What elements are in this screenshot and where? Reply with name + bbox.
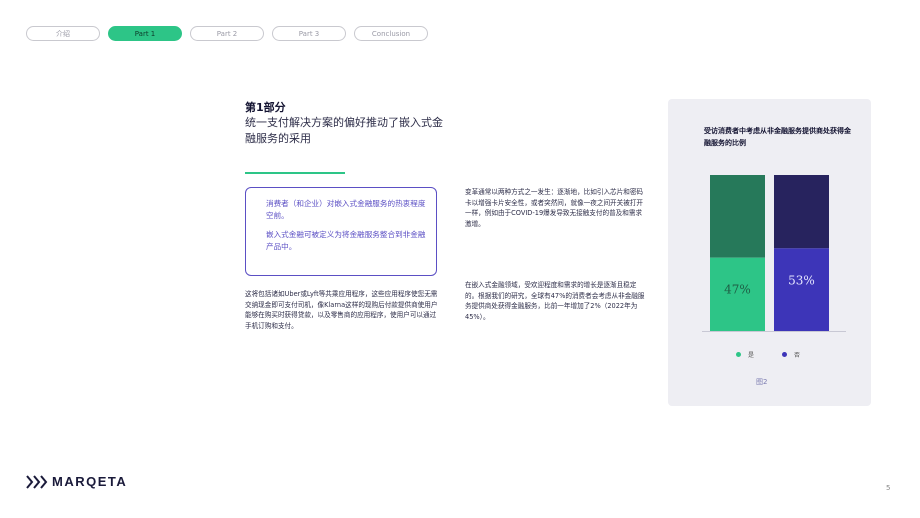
bar-value-label-0: 47% <box>724 283 751 297</box>
brand-name: MARQETA <box>52 474 128 489</box>
legend-label-no: 否 <box>794 352 801 359</box>
tab-part-1[interactable]: Part 1 <box>108 26 182 41</box>
bar-remainder-0 <box>710 175 765 258</box>
page-title: 统一支付解决方案的偏好推动了嵌入式金融服务的采用 <box>245 116 443 145</box>
callout-text-1: 消费者（和企业）对嵌入式金融服务的热衷程度空前。 <box>266 199 426 220</box>
figure-label: 图2 <box>756 378 768 386</box>
legend-item-no: 否 <box>782 350 800 359</box>
marqeta-chevrons-icon <box>26 474 48 489</box>
body-paragraph-3: 在嵌入式金融领域，受欢迎程度和需求的增长是逐渐且稳定的。根据我们的研究，全球有4… <box>465 281 645 321</box>
body-paragraph-1: 这将包括诸如Uber或Lyft等共乘应用程序，这些应用程序使您无需交纳现金即可支… <box>245 290 438 330</box>
tab-part-3[interactable]: Part 3 <box>272 26 346 41</box>
bar-value-label-1: 53% <box>788 273 815 287</box>
legend-swatch-yes <box>736 352 741 357</box>
chart-card: 受访消费者中考虑从非金融服务提供商处获得金融服务的比例 47% 53% 是 否 图… <box>668 99 871 406</box>
body-paragraph-2: 变革通常以两种方式之一发生：逐渐地，比如引入芯片和密码卡以增强卡片安全性，或者突… <box>465 188 644 228</box>
callout-text-2: 嵌入式金融可被定义为将金融服务整合到非金融产品中。 <box>266 230 426 251</box>
legend-label-yes: 是 <box>748 352 755 359</box>
legend-item-yes: 是 <box>736 350 754 359</box>
legend-swatch-no <box>782 352 788 357</box>
bar-chart: 47% 53% <box>702 175 846 332</box>
tab-part-2[interactable]: Part 2 <box>190 26 264 41</box>
page-number: 5 <box>886 484 891 492</box>
tab-intro[interactable]: 介绍 <box>26 26 100 41</box>
chart-legend: 是 否 <box>736 350 800 359</box>
bar-1 <box>774 248 829 331</box>
brand-logo: MARQETA <box>26 474 127 489</box>
section-label: 第1部分 <box>245 101 286 114</box>
callout-box: 消费者（和企业）对嵌入式金融服务的热衷程度空前。 嵌入式金融可被定义为将金融服务… <box>245 187 437 276</box>
title-underline <box>245 172 345 174</box>
bar-remainder-1 <box>774 175 829 249</box>
tab-conclusion[interactable]: Conclusion <box>354 26 428 41</box>
section-nav: 介绍 Part 1 Part 2 Part 3 Conclusion <box>26 26 428 41</box>
